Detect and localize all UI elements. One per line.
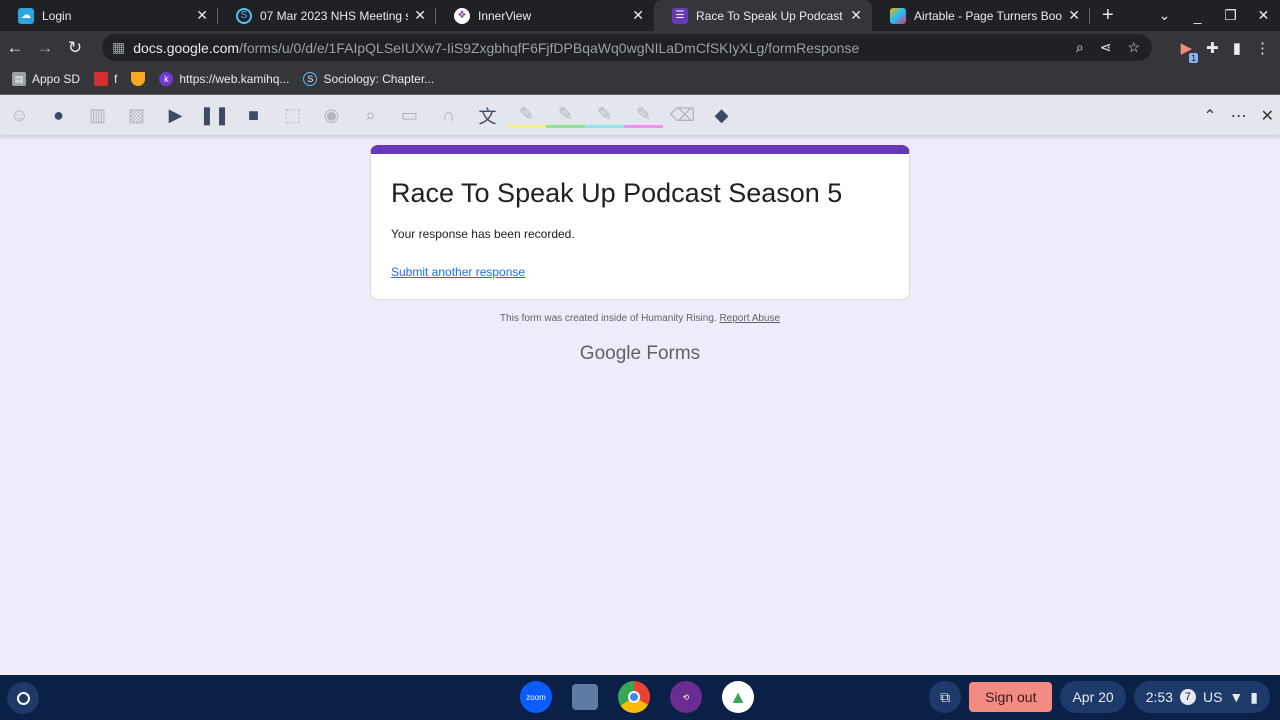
tab-nhs-slides[interactable]: S07 Mar 2023 NHS Meeting slides✕ [218, 0, 436, 31]
holding-space-button[interactable]: ⧉ [929, 681, 962, 713]
innerview-app[interactable]: ⟲ [670, 681, 702, 713]
tab-innerview[interactable]: ❖ InnerView ✕ [436, 0, 654, 31]
tab-strip: ☁Login✕ S07 Mar 2023 NHS Meeting slides✕… [0, 0, 1280, 31]
address-bar[interactable]: ▦ docs.google.com/forms/u/0/d/e/1FAIpQLS… [102, 34, 1152, 61]
tab-search-icon[interactable]: ⌄ [1148, 7, 1181, 24]
highlighter-yellow-icon[interactable]: ✎ [507, 104, 546, 128]
notification-count: 7 [1179, 689, 1196, 705]
shield-icon [131, 72, 146, 86]
audio-maker-icon[interactable]: ◉ [312, 105, 351, 126]
collapse-icon[interactable]: ⌃ [1203, 106, 1216, 126]
close-toolbar-icon[interactable]: ✕ [1261, 106, 1274, 126]
headphones-icon[interactable]: ∩ [429, 105, 468, 126]
bookmarks-bar: ▤ Appo SD f k https://web.kamihq... S Socio… [0, 64, 1280, 95]
translate-icon[interactable]: 文 [468, 103, 507, 129]
close-window-button[interactable]: ✕ [1247, 7, 1280, 24]
menu-icon[interactable]: ⋮ [1255, 39, 1270, 57]
form-response-card: Race To Speak Up Podcast Season 5 Your r… [370, 145, 910, 300]
status-tray[interactable]: 2:53 7 US ▼ ▮ [1133, 681, 1270, 713]
new-tab-button[interactable]: + [1102, 4, 1114, 27]
s-icon: S [303, 72, 318, 86]
dictionary-icon[interactable]: ▥ [78, 105, 117, 126]
bookmark-appo-sd[interactable]: ▤ Appo SD [12, 72, 80, 86]
web-search-icon[interactable]: ⌕ [351, 105, 390, 126]
stop-icon[interactable]: ■ [234, 105, 273, 126]
sign-out-button[interactable]: Sign out [969, 682, 1053, 712]
minimize-button[interactable]: _ [1181, 8, 1214, 24]
talking-head-icon[interactable]: ☺ [0, 105, 39, 126]
side-panel-icon[interactable]: ▮ [1233, 39, 1241, 57]
date-tray[interactable]: Apr 20 [1060, 681, 1126, 713]
google-forms-logo[interactable]: Google Forms [0, 343, 1280, 365]
practice-reading-icon[interactable]: ◆ [702, 105, 741, 126]
cloud-icon: ☁ [18, 7, 34, 24]
tab-race-to-speak-up[interactable]: ☰Race To Speak Up Podcast Season 5✕ [654, 0, 872, 31]
forward-button[interactable]: → [30, 38, 60, 58]
report-abuse-link[interactable]: Report Abuse [719, 313, 780, 324]
battery-icon: ▮ [1250, 688, 1258, 705]
close-tab-icon[interactable]: ✕ [632, 7, 644, 24]
innerview-icon: ❖ [454, 7, 470, 24]
chrome-app[interactable] [618, 681, 650, 713]
extensions-puzzle-icon[interactable]: ✚ [1206, 39, 1219, 57]
browser-toolbar: ← → ↻ ▦ docs.google.com/forms/u/0/d/e/1F… [0, 31, 1280, 64]
reload-button[interactable]: ↻ [60, 38, 90, 58]
submit-another-response-link[interactable]: Submit another response [391, 265, 889, 279]
bookmark-shield[interactable] [131, 72, 146, 86]
close-tab-icon[interactable]: ✕ [414, 7, 426, 24]
highlighter-blue-icon[interactable]: ✎ [585, 104, 624, 128]
form-footer: This form was created inside of Humanity… [499, 313, 781, 324]
pause-icon[interactable]: ❚❚ [195, 105, 234, 126]
close-tab-icon[interactable]: ✕ [1068, 7, 1080, 24]
kami-icon: k [159, 72, 174, 86]
confirmation-message: Your response has been recorded. [391, 227, 575, 241]
bookmark-f[interactable]: f [94, 72, 117, 86]
zoom-app[interactable]: zoom [520, 681, 552, 713]
wifi-icon: ▼ [1229, 689, 1244, 705]
bookmark-star-icon[interactable]: ☆ [1127, 39, 1140, 56]
screen-capture-app[interactable] [572, 684, 598, 710]
back-button[interactable]: ← [0, 38, 30, 58]
chromeos-shelf: zoom ⟲ ▲ ⧉ Sign out Apr 20 2:53 7 US ▼ ▮ [0, 675, 1280, 720]
screenshot-reader-icon[interactable]: ⬚ [273, 105, 312, 126]
highlighter-green-icon[interactable]: ✎ [546, 104, 585, 128]
close-tab-icon[interactable]: ✕ [850, 7, 862, 24]
highlighter-pink-icon[interactable]: ✎ [624, 104, 663, 128]
more-icon[interactable]: ⋯ [1231, 106, 1247, 126]
launcher-icon [16, 691, 30, 705]
read-write-toolbar: ☺ ● ▥ ▨ ▶ ❚❚ ■ ⬚ ◉ ⌕ ▭ ∩ 文 ✎ ✎ ✎ ✎ ⌫ ◆ ⌃… [0, 96, 1280, 135]
airtable-icon [890, 7, 906, 24]
close-tab-icon[interactable]: ✕ [196, 7, 208, 24]
tab-login[interactable]: ☁ Login ✕ [0, 0, 218, 31]
google-drive-app[interactable]: ▲ [722, 681, 754, 713]
bookmark-kami[interactable]: k https://web.kamihq... [159, 72, 289, 86]
play-icon[interactable]: ▶ [156, 105, 195, 126]
bookmark-sociology[interactable]: S Sociology: Chapter... [303, 72, 434, 86]
eraser-icon[interactable]: ⌫ [663, 105, 702, 126]
site-info-icon[interactable]: ▦ [112, 39, 125, 56]
picture-dictionary-icon[interactable]: ▨ [117, 105, 156, 126]
click-to-speak-icon[interactable]: ● [39, 105, 78, 126]
launcher-button[interactable] [7, 682, 39, 714]
extension-badge: 1 [1189, 52, 1199, 63]
mcgraw-hill-icon [94, 72, 109, 86]
s-icon: S [236, 7, 252, 24]
extension-icon[interactable]: ▶ 1 [1181, 39, 1199, 63]
tab-airtable[interactable]: Airtable - Page Turners Books ✕ [872, 0, 1090, 31]
forms-icon: ☰ [672, 7, 688, 24]
restore-button[interactable]: ❐ [1214, 7, 1247, 24]
screen-mask-icon[interactable]: ▭ [390, 105, 429, 126]
zoom-icon[interactable]: ⌕ [1076, 39, 1084, 56]
folder-icon: ▤ [12, 72, 26, 86]
share-icon[interactable]: ⋖ [1100, 39, 1112, 56]
form-title: Race To Speak Up Podcast Season 5 [391, 178, 843, 208]
